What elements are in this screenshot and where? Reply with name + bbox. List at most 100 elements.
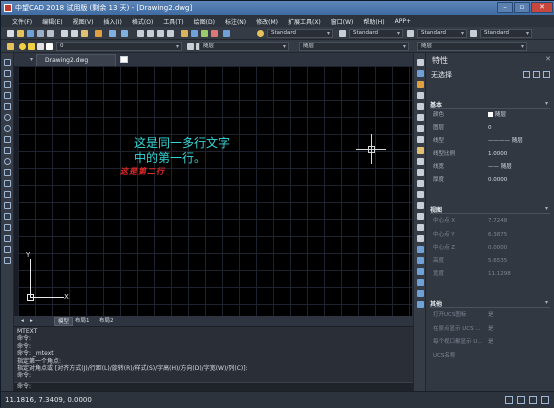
match-properties-icon[interactable]: [95, 30, 102, 37]
splinedit-tool-icon[interactable]: [417, 301, 424, 308]
revcloud-tool-icon[interactable]: [4, 136, 11, 143]
hatch-tool-icon[interactable]: [4, 213, 11, 220]
layer-lock-icon[interactable]: [37, 43, 44, 50]
pedit-tool-icon[interactable]: [417, 290, 424, 297]
lock-toolbars-icon[interactable]: [529, 396, 537, 404]
erase-tool-icon[interactable]: [417, 59, 424, 66]
color-select[interactable]: 随层: [199, 42, 289, 51]
zoom-previous-icon[interactable]: [167, 30, 174, 37]
section-view[interactable]: 视图: [430, 205, 550, 214]
menu-draw[interactable]: 绘图(D): [189, 17, 220, 26]
print-preview-icon[interactable]: [47, 30, 54, 37]
redo-icon[interactable]: [121, 30, 128, 37]
arc-tool-icon[interactable]: [4, 114, 11, 121]
menu-tools[interactable]: 工具(T): [158, 17, 188, 26]
multileader-style-select[interactable]: Standard: [480, 29, 532, 38]
lengthen-tool-icon[interactable]: [417, 235, 424, 242]
zoom-realtime-icon[interactable]: [147, 30, 154, 37]
menu-app[interactable]: APP+: [390, 18, 416, 25]
layer-select[interactable]: 0: [56, 42, 182, 51]
menu-edit[interactable]: 编辑(E): [37, 17, 67, 26]
drawing-canvas[interactable]: 这是同一多行文字 中的第一行。 这是第二行 Y X: [18, 66, 412, 316]
xline-tool-icon[interactable]: [4, 70, 11, 77]
mtext-second-line[interactable]: 这是第二行: [120, 166, 165, 177]
quick-select-icon[interactable]: [543, 71, 550, 78]
pan-icon[interactable]: [137, 30, 144, 37]
cut-icon[interactable]: [61, 30, 68, 37]
offset-tool-icon[interactable]: [417, 92, 424, 99]
tab-layout1[interactable]: 布局1: [72, 317, 93, 326]
open-file-icon[interactable]: [17, 30, 24, 37]
tab-model[interactable]: 模型: [54, 317, 74, 326]
help-icon[interactable]: [223, 30, 230, 37]
lineweight-select[interactable]: 随层: [417, 42, 527, 51]
menu-format[interactable]: 格式(O): [127, 17, 158, 26]
prop-row-ucs-name[interactable]: UCS名称: [433, 350, 550, 363]
workspace-icon[interactable]: [505, 396, 513, 404]
trim-tool-icon[interactable]: [417, 158, 424, 165]
annotation-scale-icon[interactable]: [517, 396, 525, 404]
chamfer-tool-icon[interactable]: [417, 202, 424, 209]
fullscreen-icon[interactable]: [541, 396, 549, 404]
make-block-icon[interactable]: [4, 191, 11, 198]
mtext-tool-icon[interactable]: [4, 257, 11, 264]
polygon-tool-icon[interactable]: [4, 92, 11, 99]
layer-on-icon[interactable]: [19, 43, 26, 50]
polyline-tool-icon[interactable]: [4, 81, 11, 88]
extend-tool-icon[interactable]: [417, 169, 424, 176]
prop-row-color[interactable]: 颜色 随层: [433, 109, 550, 122]
layer-color-icon[interactable]: [46, 43, 53, 50]
calculator-icon[interactable]: [211, 30, 218, 37]
selection-dropdown[interactable]: 无选择: [431, 70, 550, 81]
linetype-select[interactable]: 随层: [299, 42, 409, 51]
layer-manager-icon[interactable]: [7, 43, 14, 50]
dim-style-select[interactable]: Standard: [349, 29, 403, 38]
prop-row-layer[interactable]: 图层 0: [433, 122, 550, 135]
section-basic[interactable]: 基本: [430, 100, 550, 109]
close-button[interactable]: ✕: [531, 2, 553, 13]
array-tool-icon[interactable]: [417, 103, 424, 110]
minimize-button[interactable]: –: [497, 2, 513, 13]
tool-palette-icon[interactable]: [201, 30, 208, 37]
save-icon[interactable]: [27, 30, 34, 37]
design-center-icon[interactable]: [181, 30, 188, 37]
prop-row-thickness[interactable]: 厚度 0.0000: [433, 174, 550, 187]
layout-nav-first-icon[interactable]: ◂: [18, 317, 27, 326]
scale-tool-icon[interactable]: [417, 136, 424, 143]
section-misc[interactable]: 其他: [430, 299, 550, 308]
make-current-layer-icon[interactable]: [187, 43, 194, 50]
new-tab-icon[interactable]: [120, 56, 128, 63]
properties-close-icon[interactable]: ✕: [545, 55, 551, 63]
print-icon[interactable]: [37, 30, 44, 37]
prop-row-linetype-scale[interactable]: 线型比例 1.0000: [433, 148, 550, 161]
menu-extended-tools[interactable]: 扩展工具(X): [283, 17, 326, 26]
layer-freeze-icon[interactable]: [28, 43, 35, 50]
zoom-window-icon[interactable]: [157, 30, 164, 37]
table-style-select[interactable]: Standard: [417, 29, 467, 38]
prop-row-ucs-icon-on[interactable]: 打开UCS图标 是: [433, 309, 550, 322]
fillet-tool-icon[interactable]: [417, 213, 424, 220]
properties-icon[interactable]: [191, 30, 198, 37]
explode-tool-icon[interactable]: [417, 224, 424, 231]
select-objects-icon[interactable]: [533, 71, 540, 78]
prop-row-ucs-per-viewport[interactable]: 每个视口都显示 U... 是: [433, 336, 550, 349]
insert-block-icon[interactable]: [4, 180, 11, 187]
ellipse-tool-icon[interactable]: [4, 158, 11, 165]
mirror-tool-icon[interactable]: [417, 81, 424, 88]
circle-tool-icon[interactable]: [4, 125, 11, 132]
point-tool-icon[interactable]: [4, 202, 11, 209]
ungroup-tool-icon[interactable]: [417, 268, 424, 275]
menu-file[interactable]: 文件(F): [7, 17, 37, 26]
undo-icon[interactable]: [109, 30, 116, 37]
menu-modify[interactable]: 修改(M): [251, 17, 283, 26]
menu-help[interactable]: 帮助(H): [358, 17, 389, 26]
table-tool-icon[interactable]: [4, 246, 11, 253]
restore-button[interactable]: ▫: [514, 2, 530, 13]
copy-icon[interactable]: [71, 30, 78, 37]
break-tool-icon[interactable]: [417, 180, 424, 187]
rectangle-tool-icon[interactable]: [4, 103, 11, 110]
prop-row-ucs-at-origin[interactable]: 在原点显示 UCS ... 是: [433, 323, 550, 336]
paste-icon[interactable]: [81, 30, 88, 37]
region-tool-icon[interactable]: [4, 235, 11, 242]
gradient-tool-icon[interactable]: [4, 224, 11, 231]
